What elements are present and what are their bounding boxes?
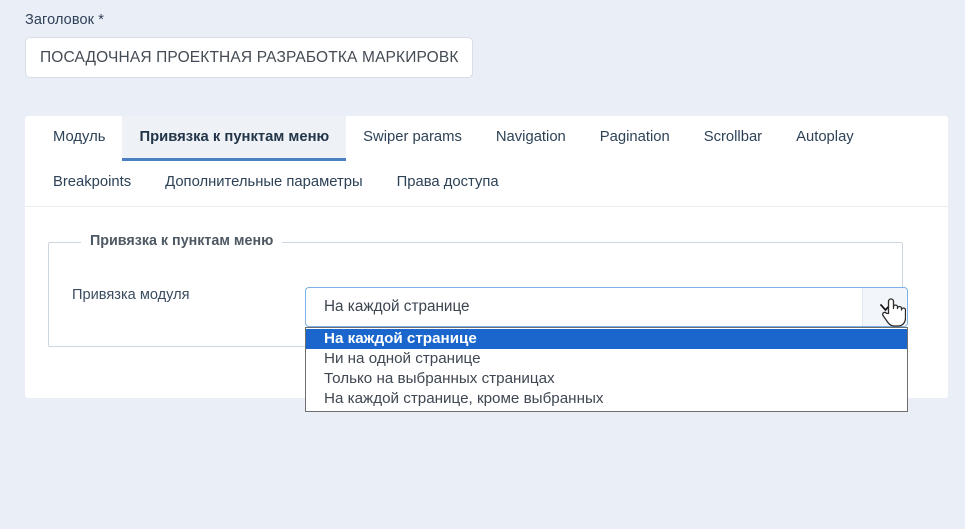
tab-privyazka-k-punktam-menyu[interactable]: Привязка к пунктам меню [122,116,347,161]
dropdown-option-tolko-na-vybrannyh-stranicah[interactable]: Только на выбранных страницах [306,369,907,389]
tab-breakpoints[interactable]: Breakpoints [36,161,148,206]
tab-swiper-params[interactable]: Swiper params [346,116,479,161]
dropdown-option-na-kazhdoy-krome-vybrannyh[interactable]: На каждой странице, кроме выбранных [306,389,907,409]
tab-autoplay[interactable]: Autoplay [779,116,871,161]
tab-scrollbar[interactable]: Scrollbar [687,116,779,161]
tab-modul[interactable]: Модуль [36,116,122,161]
tab-bar: Модуль Привязка к пунктам меню Swiper pa… [25,116,948,207]
module-binding-select[interactable]: На каждой странице [305,287,908,327]
select-selected-value: На каждой странице [324,298,470,315]
module-binding-dropdown-list[interactable]: На каждой странице Ни на одной странице … [305,327,908,412]
tab-prava-dostupa[interactable]: Права доступа [380,161,516,206]
fieldset-legend: Привязка к пунктам меню [81,233,283,249]
tab-pagination[interactable]: Pagination [583,116,687,161]
module-binding-label: Привязка модуля [72,287,190,303]
title-input[interactable] [25,37,473,78]
title-field-block: Заголовок * [25,12,473,78]
chevron-down-icon [879,303,891,311]
dropdown-option-ni-na-odnoy-stranice[interactable]: Ни на одной странице [306,349,907,369]
tab-navigation[interactable]: Navigation [479,116,583,161]
title-label: Заголовок * [25,12,104,28]
dropdown-option-na-kazhdoy-stranice[interactable]: На каждой странице [306,329,907,349]
select-arrow-box[interactable] [862,288,907,326]
tab-dopolnitelnye-parametry[interactable]: Дополнительные параметры [148,161,380,206]
